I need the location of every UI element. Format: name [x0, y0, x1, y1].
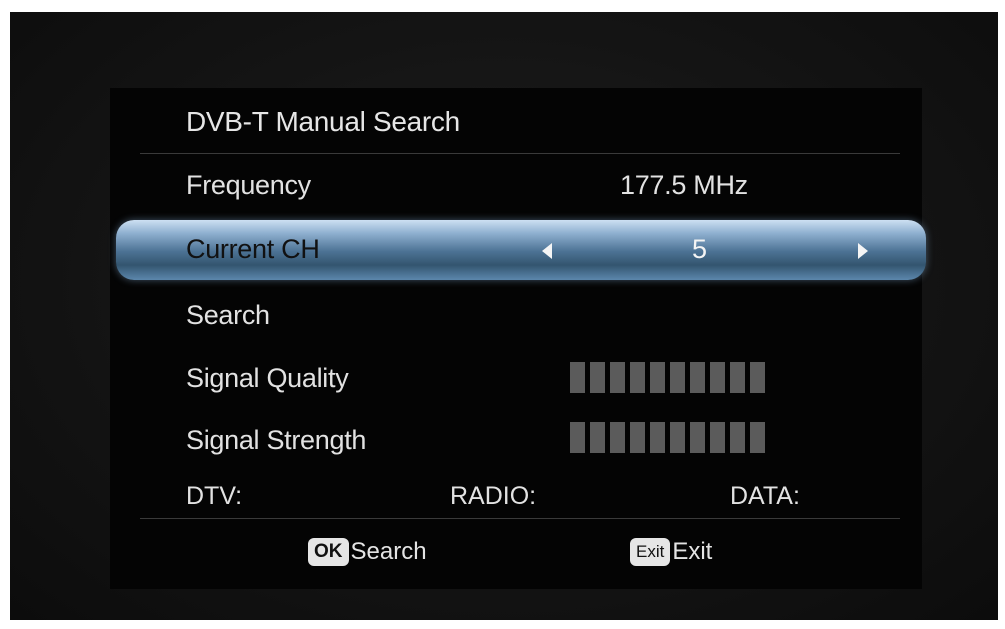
meter-segment: [590, 362, 605, 393]
search-item[interactable]: Search: [186, 300, 270, 331]
frequency-label: Frequency: [186, 170, 311, 200]
tv-screen: DVB-T Manual Search Frequency 177.5 MHz …: [10, 12, 998, 620]
footer-divider: [140, 518, 900, 519]
arrow-right-icon[interactable]: [858, 243, 868, 259]
current-ch-label: Current CH: [186, 234, 320, 264]
ok-hint-label: Search: [350, 538, 427, 565]
dtv-count: DTV:: [186, 482, 243, 510]
current-ch-row[interactable]: Current CH 5: [116, 220, 926, 280]
frequency-value: 177.5 MHz: [620, 170, 748, 200]
meter-segment: [650, 422, 665, 453]
arrow-left-icon[interactable]: [542, 243, 552, 259]
meter-segment: [570, 422, 585, 453]
data-count: DATA:: [730, 482, 800, 510]
meter-segment: [610, 362, 625, 393]
signal-quality-label: Signal Quality: [186, 363, 349, 393]
manual-search-panel: DVB-T Manual Search Frequency 177.5 MHz …: [110, 88, 926, 589]
meter-segment: [690, 362, 705, 393]
meter-segment: [730, 362, 745, 393]
meter-segment: [730, 422, 745, 453]
exit-key-icon: Exit: [630, 538, 671, 566]
meter-segment: [630, 422, 645, 453]
meter-segment: [750, 362, 765, 393]
meter-segment: [610, 422, 625, 453]
ok-search-hint[interactable]: OK Search: [308, 538, 427, 566]
exit-hint[interactable]: Exit Exit: [630, 538, 712, 566]
meter-segment: [670, 422, 685, 453]
exit-hint-label: Exit: [672, 538, 713, 565]
meter-segment: [650, 362, 665, 393]
meter-segment: [710, 422, 725, 453]
meter-segment: [690, 422, 705, 453]
meter-segment: [710, 362, 725, 393]
radio-count: RADIO:: [450, 482, 537, 510]
meter-segment: [630, 362, 645, 393]
signal-strength-label: Signal Strength: [186, 425, 367, 455]
meter-segment: [570, 362, 585, 393]
meter-segment: [750, 422, 765, 453]
ok-key-icon: OK: [308, 538, 349, 566]
current-ch-value: 5: [692, 234, 708, 264]
meter-segment: [590, 422, 605, 453]
panel-title: DVB-T Manual Search: [186, 106, 460, 137]
signal-quality-meter: [570, 362, 765, 393]
signal-strength-meter: [570, 422, 765, 453]
meter-segment: [670, 362, 685, 393]
title-divider: [140, 153, 900, 154]
